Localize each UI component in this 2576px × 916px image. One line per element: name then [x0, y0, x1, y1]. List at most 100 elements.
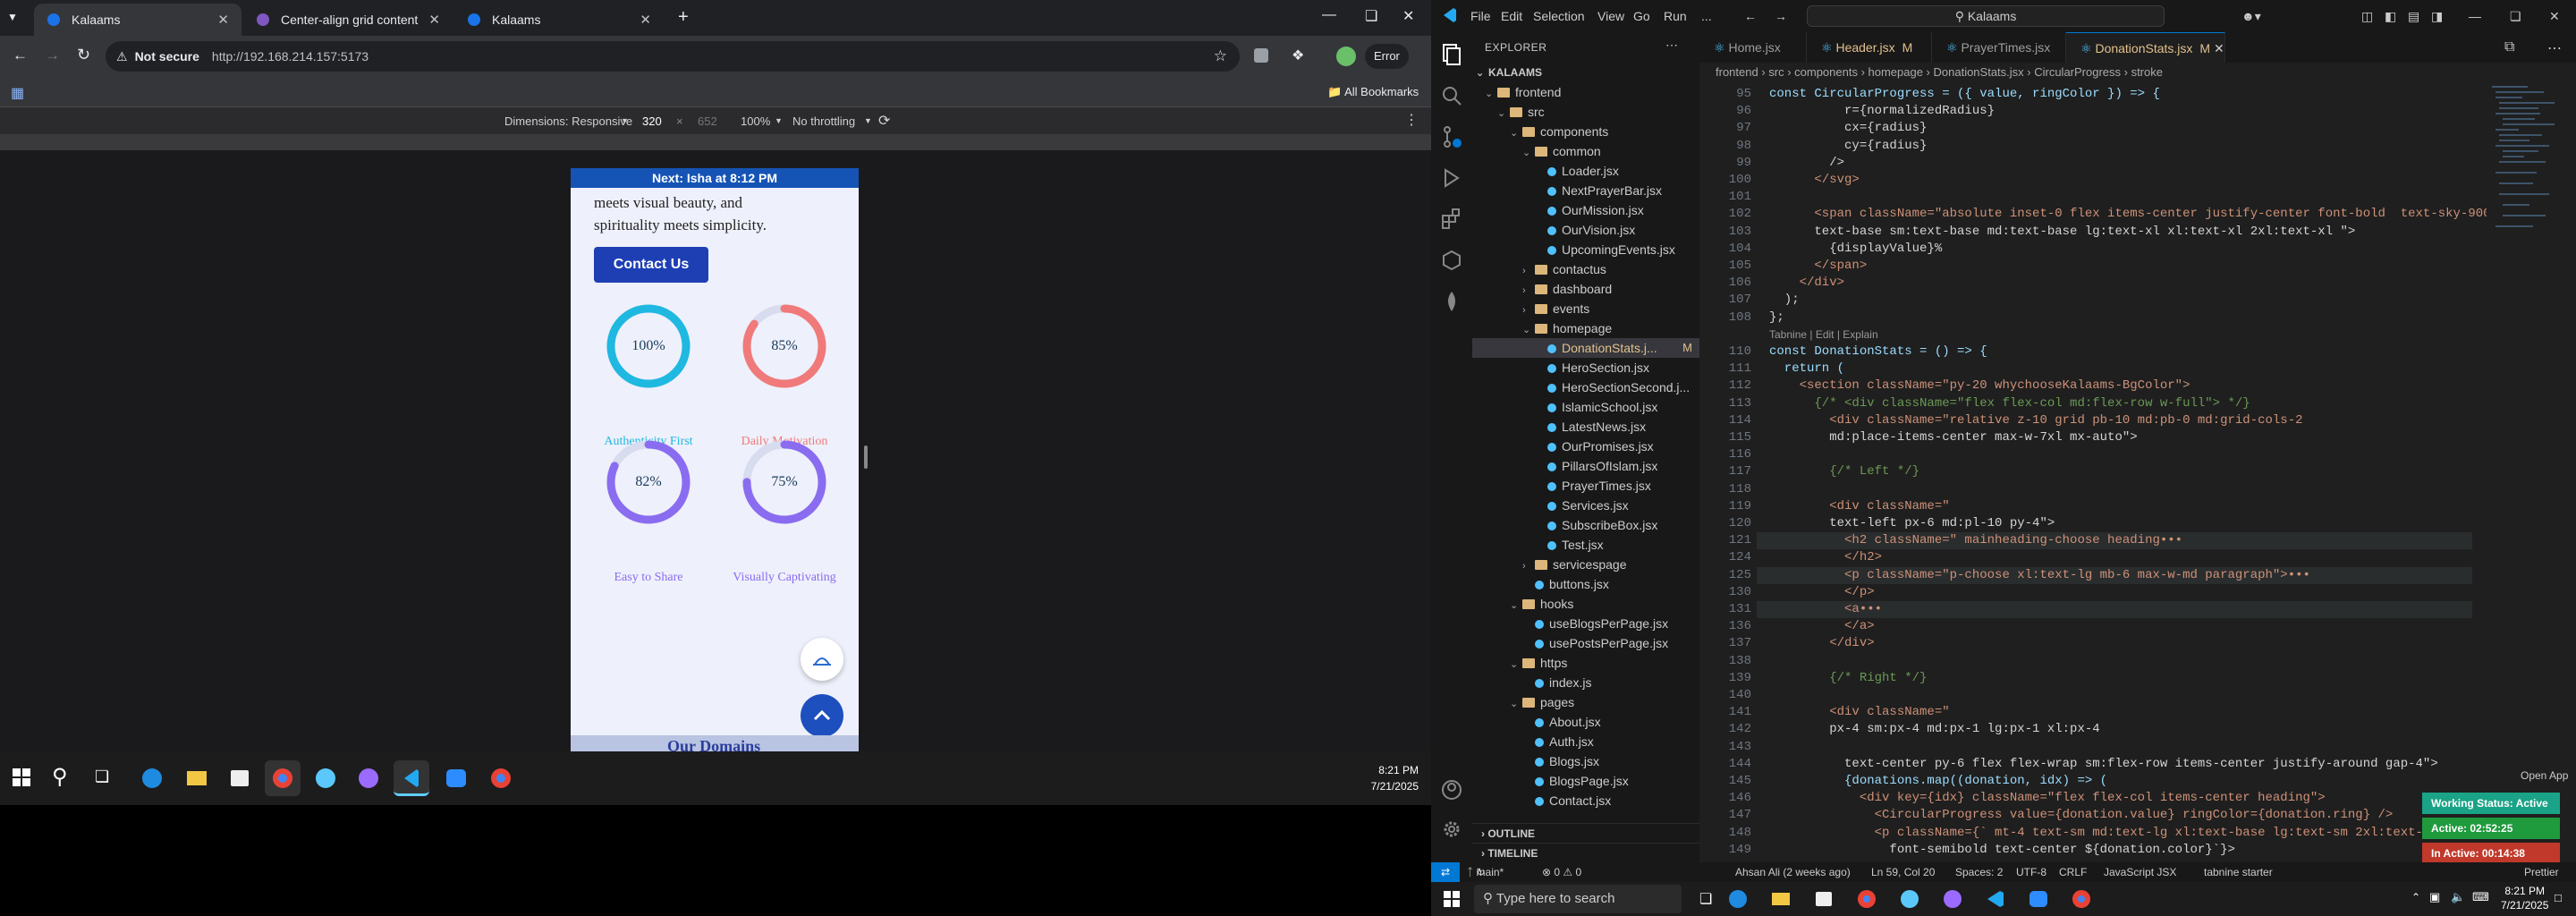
tree-file[interactable]: DonationStats.j... M: [1472, 338, 1699, 358]
profile-avatar[interactable]: [1336, 47, 1356, 66]
close-window-icon[interactable]: ✕: [1402, 7, 1414, 25]
open-app-link[interactable]: Open App: [2521, 769, 2568, 782]
task-view-icon[interactable]: ❏: [1699, 890, 1712, 908]
git-blame[interactable]: Ahsan Ali (2 weeks ago): [1735, 862, 1851, 882]
close-tab-icon[interactable]: ✕: [428, 12, 440, 28]
tray-chevron-icon[interactable]: ⌃: [2411, 891, 2420, 903]
tree-folder[interactable]: ⌄ homepage: [1472, 318, 1699, 338]
tree-folder[interactable]: › events: [1472, 299, 1699, 318]
dimensions-select[interactable]: Dimensions: Responsive: [504, 114, 632, 128]
all-bookmarks-link[interactable]: 📁 All Bookmarks: [1327, 85, 1419, 99]
cursor-position[interactable]: Ln 59, Col 20: [1871, 862, 1935, 882]
tree-file[interactable]: Loader.jsx: [1472, 161, 1699, 181]
tree-file[interactable]: Contact.jsx: [1472, 791, 1699, 810]
tree-file[interactable]: OurVision.jsx: [1472, 220, 1699, 240]
search-icon[interactable]: [1440, 84, 1463, 107]
file-explorer-icon[interactable]: [179, 760, 215, 796]
tree-file[interactable]: Auth.jsx: [1472, 732, 1699, 751]
branch-indicator[interactable]: ᛏ main* ↻: [1467, 862, 1504, 882]
close-tab-icon[interactable]: ✕: [217, 12, 229, 28]
app-icon[interactable]: [1898, 887, 1921, 911]
tree-file[interactable]: BlogsPage.jsx: [1472, 771, 1699, 791]
codelens[interactable]: Tabnine | Edit | Explain: [1769, 327, 1878, 344]
tree-file[interactable]: OurMission.jsx: [1472, 200, 1699, 220]
language-icon[interactable]: ⌨: [2472, 890, 2489, 904]
menu-edit[interactable]: Edit: [1501, 9, 1522, 23]
extensions-icon[interactable]: [1440, 208, 1463, 231]
editor-tab-home[interactable]: ⚛ Home.jsx: [1699, 32, 1807, 63]
indentation[interactable]: Spaces: 2: [1955, 862, 2003, 882]
copilot-icon[interactable]: ☻▾: [2241, 9, 2261, 24]
tree-folder[interactable]: ⌄ components: [1472, 122, 1699, 141]
apps-grid-icon[interactable]: ▦: [11, 84, 24, 102]
tree-folder[interactable]: › contactus: [1472, 259, 1699, 279]
editor-tab-donationstats[interactable]: ⚛ DonationStats.jsx M ✕: [2066, 32, 2225, 63]
mongodb-leaf-icon[interactable]: [1440, 290, 1463, 313]
sidebar-toggle-icon[interactable]: ◧: [2385, 9, 2396, 24]
github-icon[interactable]: [351, 760, 386, 796]
menu-run[interactable]: Run: [1664, 9, 1687, 23]
url-field[interactable]: ⚠ Not secure http://192.168.214.157:5173…: [106, 41, 1240, 72]
more-options-icon[interactable]: ⋮: [1404, 111, 1419, 129]
workspace-root[interactable]: ⌄ KALAAMS: [1472, 63, 1699, 82]
chrome-icon[interactable]: [483, 760, 519, 796]
tree-file[interactable]: NextPrayerBar.jsx: [1472, 181, 1699, 200]
panel-toggle-icon[interactable]: ▤: [2408, 9, 2419, 24]
split-editor-icon[interactable]: ⧉: [2504, 39, 2514, 55]
tree-file[interactable]: PrayerTimes.jsx: [1472, 476, 1699, 496]
tree-folder[interactable]: ⌄ https: [1472, 653, 1699, 673]
nav-back-icon[interactable]: ←: [1744, 9, 1757, 23]
task-view-icon[interactable]: ❏: [95, 768, 109, 786]
vscode-icon[interactable]: [1984, 887, 2007, 911]
close-window-icon[interactable]: ✕: [2549, 9, 2560, 24]
source-control-icon[interactable]: [1440, 125, 1463, 148]
rotate-icon[interactable]: ⟳: [878, 112, 890, 130]
close-tab-icon[interactable]: ✕: [2214, 41, 2224, 55]
github-icon[interactable]: [1941, 887, 1964, 911]
line-endings[interactable]: CRLF: [2059, 862, 2087, 882]
tree-file[interactable]: SubscribeBox.jsx: [1472, 515, 1699, 535]
tree-folder[interactable]: › servicespage: [1472, 555, 1699, 574]
store-icon[interactable]: [222, 760, 258, 796]
editor-more-icon[interactable]: ⋯: [2547, 39, 2562, 57]
store-icon[interactable]: [1812, 887, 1835, 911]
tree-folder[interactable]: ⌄ hooks: [1472, 594, 1699, 614]
explorer-icon[interactable]: [1440, 43, 1463, 66]
tree-folder[interactable]: ⌄ pages: [1472, 692, 1699, 712]
network-icon[interactable]: ▣: [2429, 890, 2440, 904]
search-icon[interactable]: ⚲: [52, 764, 68, 790]
prettier-status[interactable]: Prettier: [2524, 862, 2559, 882]
maximize-icon[interactable]: ❏: [1365, 7, 1377, 25]
minimize-icon[interactable]: —: [2469, 9, 2481, 23]
menu-more[interactable]: ...: [1701, 9, 1712, 23]
extensions-puzzle-icon[interactable]: ❖: [1292, 47, 1304, 64]
taskbar-search-box[interactable]: ⚲ Type here to search: [1474, 885, 1682, 913]
tree-file[interactable]: usePostsPerPage.jsx: [1472, 633, 1699, 653]
browser-tab-2[interactable]: Center-align grid content ✕: [243, 4, 453, 36]
tree-file[interactable]: UpcomingEvents.jsx: [1472, 240, 1699, 259]
tree-file[interactable]: Test.jsx: [1472, 535, 1699, 555]
windows-start-icon[interactable]: [13, 768, 30, 786]
scroll-to-top-button[interactable]: [801, 694, 843, 737]
remote-indicator[interactable]: ⇄: [1431, 862, 1460, 882]
menu-selection[interactable]: Selection: [1533, 9, 1585, 23]
settings-gear-icon[interactable]: [1440, 818, 1463, 841]
mosque-shortcut-button[interactable]: [801, 638, 843, 681]
language-mode[interactable]: JavaScript JSX: [2104, 862, 2176, 882]
error-button[interactable]: Error: [1365, 44, 1409, 69]
zoom-icon[interactable]: [438, 760, 474, 796]
notifications-icon[interactable]: □: [2555, 891, 2562, 904]
height-input[interactable]: 652: [698, 114, 717, 128]
breadcrumb[interactable]: frontend › src › components › homepage ›…: [1699, 63, 2576, 82]
chrome-icon[interactable]: [265, 760, 301, 796]
browser-tab-3[interactable]: Kalaams ✕: [454, 4, 664, 36]
problems-indicator[interactable]: ⊗ 0 ⚠ 0: [1542, 862, 1581, 882]
reload-icon[interactable]: ↻: [77, 46, 90, 64]
bookmark-star-icon[interactable]: ☆: [1214, 47, 1227, 65]
resize-handle[interactable]: [864, 445, 868, 469]
minimize-icon[interactable]: —: [1322, 7, 1336, 23]
command-center[interactable]: ⚲ Kalaams: [1807, 5, 2165, 27]
contact-us-button[interactable]: Contact Us: [594, 247, 708, 283]
tree-folder[interactable]: › dashboard: [1472, 279, 1699, 299]
extension-icon[interactable]: [1254, 48, 1268, 63]
